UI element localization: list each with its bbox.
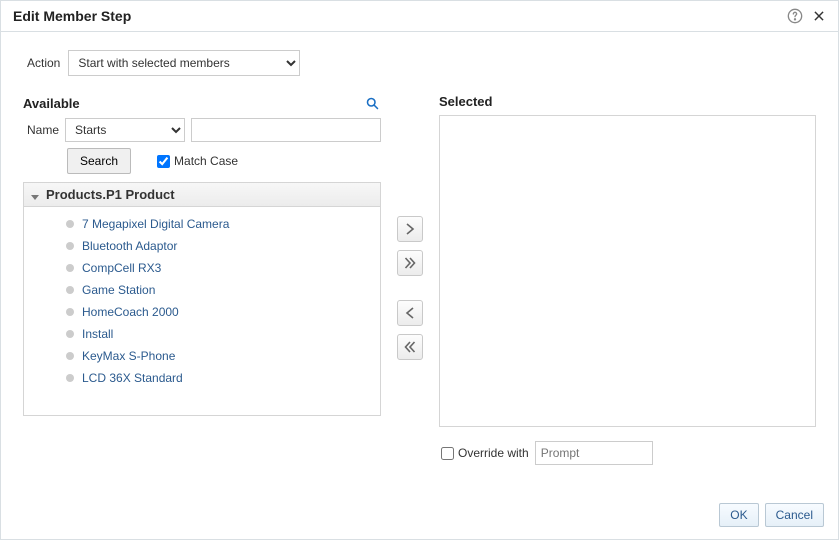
available-heading: Available [23, 96, 80, 111]
main-columns: Available Name Starts Search [23, 94, 816, 465]
tree-bullet-icon [66, 242, 74, 250]
override-checkbox[interactable]: Override with [441, 446, 529, 460]
tree-bullet-icon [66, 330, 74, 338]
tree-item-label: HomeCoach 2000 [82, 305, 179, 319]
selected-heading-row: Selected [439, 94, 816, 109]
selected-heading: Selected [439, 94, 492, 109]
tree-item-label: LCD 36X Standard [82, 371, 183, 385]
tree-item-label: CompCell RX3 [82, 261, 161, 275]
action-select[interactable]: Start with selected members [68, 50, 300, 76]
tree-item[interactable]: 7 Megapixel Digital Camera [34, 213, 378, 235]
tree-item[interactable]: Install [34, 323, 378, 345]
tree-heading: Products.P1 Product [46, 187, 175, 202]
tree-bullet-icon [66, 220, 74, 228]
tree-item[interactable]: CompCell RX3 [34, 257, 378, 279]
tree-item[interactable]: LCD 36X Standard [34, 367, 378, 389]
move-all-left-button[interactable] [397, 334, 423, 360]
dialog-body: Action Start with selected members Avail… [1, 32, 838, 493]
cancel-button[interactable]: Cancel [765, 503, 824, 527]
selected-column: Selected Override with [439, 94, 816, 465]
dialog-title: Edit Member Step [13, 8, 780, 24]
search-icon[interactable] [363, 94, 381, 112]
tree-bullet-icon [66, 264, 74, 272]
available-tree-panel: Products.P1 Product 7 Megapixel Digital … [23, 182, 381, 416]
tree-item-label: Game Station [82, 283, 155, 297]
override-label: Override with [458, 446, 529, 460]
move-all-right-button[interactable] [397, 250, 423, 276]
transfer-column [393, 216, 427, 360]
name-label: Name [27, 123, 59, 137]
available-column: Available Name Starts Search [23, 94, 381, 416]
tree-item-label: 7 Megapixel Digital Camera [82, 217, 229, 231]
match-case-input[interactable] [157, 155, 170, 168]
action-row: Action Start with selected members [27, 50, 816, 76]
selected-panel[interactable] [439, 115, 816, 427]
match-case-checkbox[interactable]: Match Case [157, 154, 238, 168]
tree-bullet-icon [66, 352, 74, 360]
search-button[interactable]: Search [67, 148, 131, 174]
tree-header[interactable]: Products.P1 Product [24, 183, 380, 207]
edit-member-step-dialog: Edit Member Step Action Start with selec… [0, 0, 839, 540]
tree-bullet-icon [66, 308, 74, 316]
action-label: Action [27, 56, 60, 70]
ok-button[interactable]: OK [719, 503, 758, 527]
tree-collapse-icon[interactable] [30, 190, 40, 200]
tree-bullet-icon [66, 374, 74, 382]
override-text-input[interactable] [535, 441, 653, 465]
help-icon[interactable] [786, 7, 804, 25]
override-row: Override with [441, 441, 816, 465]
name-filter-select[interactable]: Starts [65, 118, 185, 142]
tree-body[interactable]: 7 Megapixel Digital Camera Bluetooth Ada… [24, 207, 380, 415]
tree-bullet-icon [66, 286, 74, 294]
tree-item-label: KeyMax S-Phone [82, 349, 175, 363]
tree-item[interactable]: KeyMax S-Phone [34, 345, 378, 367]
available-heading-row: Available [23, 94, 381, 112]
name-filter-row: Name Starts [27, 118, 381, 142]
search-row: Search Match Case [67, 148, 381, 174]
dialog-footer: OK Cancel [1, 493, 838, 539]
name-filter-input[interactable] [191, 118, 381, 142]
dialog-header: Edit Member Step [1, 1, 838, 32]
move-left-button[interactable] [397, 300, 423, 326]
tree-item[interactable]: Bluetooth Adaptor [34, 235, 378, 257]
move-right-button[interactable] [397, 216, 423, 242]
tree-item-label: Install [82, 327, 113, 341]
match-case-label: Match Case [174, 154, 238, 168]
tree-item[interactable]: Game Station [34, 279, 378, 301]
tree-item-label: Bluetooth Adaptor [82, 239, 177, 253]
tree-item[interactable]: HomeCoach 2000 [34, 301, 378, 323]
close-icon[interactable] [810, 7, 828, 25]
override-input-checkbox[interactable] [441, 447, 454, 460]
